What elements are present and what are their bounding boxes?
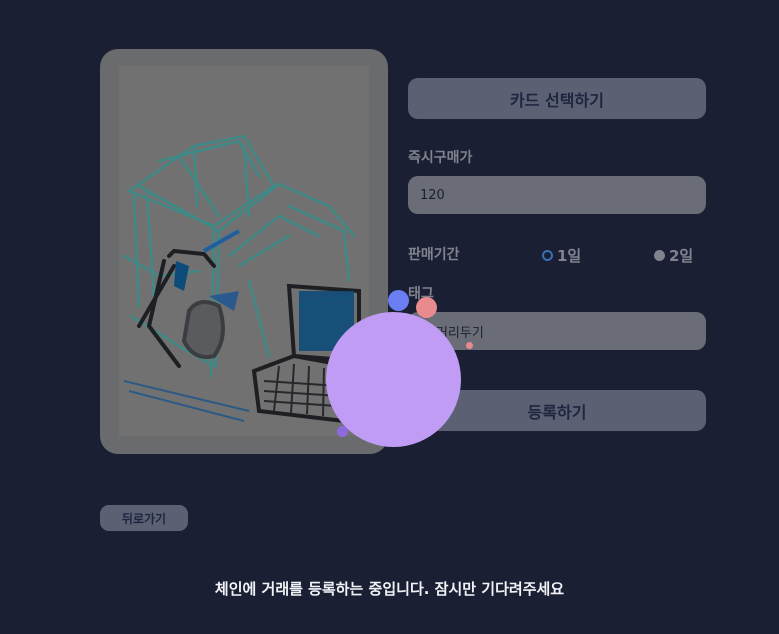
sale-period-label: 판매기간 <box>408 247 460 263</box>
loading-bubble <box>388 290 409 311</box>
period-option-2day[interactable]: 2일 <box>654 245 693 266</box>
period-option-label: 1일 <box>557 247 582 265</box>
page: 카드 선택하기 즉시구매가 120 판매기간 1일 2일 태그 적거리두기 등록… <box>0 0 779 634</box>
back-button[interactable]: 뒤로가기 <box>100 505 188 531</box>
loading-bubble <box>416 297 437 318</box>
select-card-button[interactable]: 카드 선택하기 <box>408 78 706 119</box>
radio-selected-icon <box>542 250 553 261</box>
loading-bubble <box>466 342 473 349</box>
price-input[interactable]: 120 <box>408 176 706 214</box>
period-option-label: 2일 <box>669 247 694 265</box>
loading-bubble <box>337 426 348 437</box>
radio-unselected-icon <box>654 250 665 261</box>
period-option-1day[interactable]: 1일 <box>542 245 581 266</box>
price-label: 즉시구매가 <box>408 150 473 166</box>
tag-input[interactable]: 적거리두기 <box>408 312 706 350</box>
status-message: 체인에 거래를 등록하는 중입니다. 잠시만 기다려주세요 <box>214 580 565 598</box>
